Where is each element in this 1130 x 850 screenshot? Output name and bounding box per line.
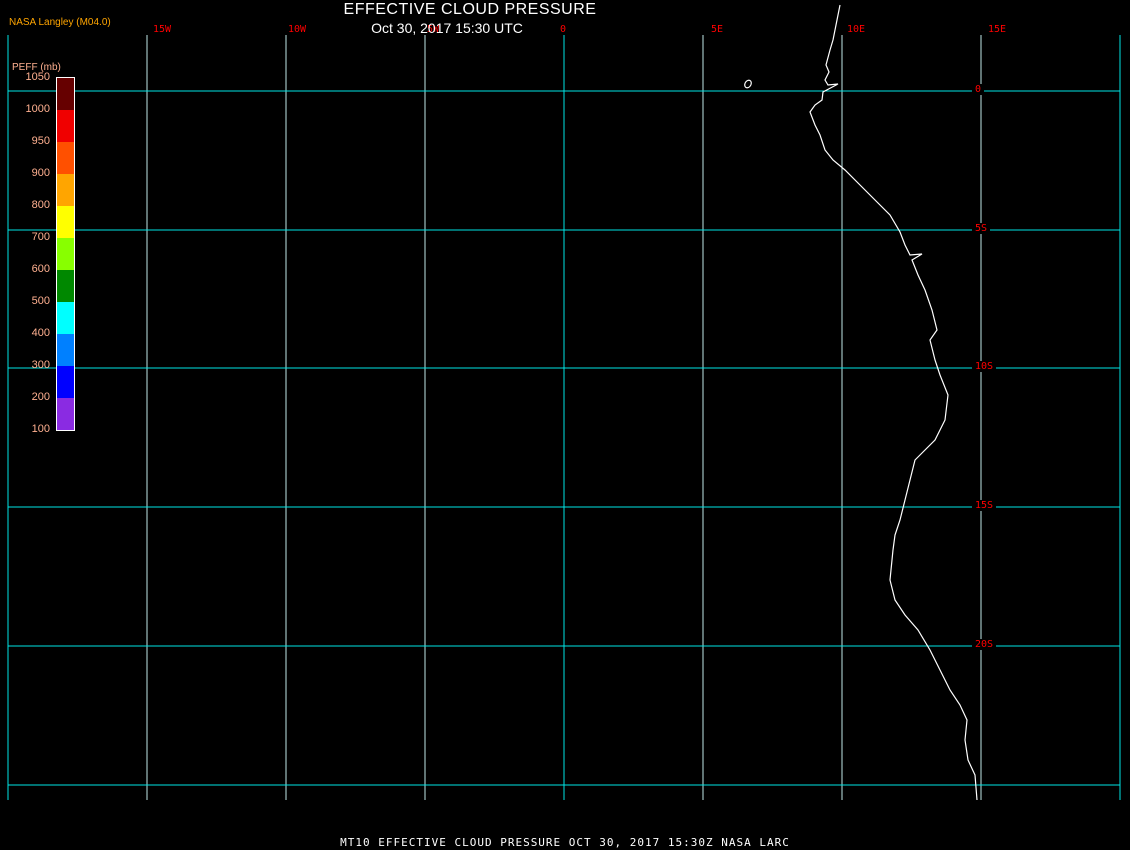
- colorbar-swatch: [57, 238, 74, 270]
- island-outline: [744, 79, 752, 89]
- colorbar-swatch: [57, 174, 74, 206]
- latitude-label: 15S: [972, 500, 997, 511]
- legend-tick-label: 400: [31, 327, 50, 339]
- map-subtitle: Oct 30, 2017 15:30 UTC: [371, 20, 523, 36]
- colorbar-swatch: [57, 110, 74, 142]
- colorbar-swatch: [57, 302, 74, 334]
- map-canvas: [7, 4, 1121, 801]
- legend-tick-label: 500: [31, 295, 50, 307]
- legend-tick-label: 800: [31, 199, 50, 211]
- legend-tick-label: 200: [31, 391, 50, 403]
- colorbar-swatch: [57, 206, 74, 238]
- map-title: EFFECTIVE CLOUD PRESSURE: [343, 1, 597, 18]
- legend-tick-label: 1000: [25, 103, 50, 115]
- legend-tick-label: 300: [31, 359, 50, 371]
- footer-caption: MT10 EFFECTIVE CLOUD PRESSURE OCT 30, 20…: [340, 836, 790, 849]
- legend-colorbar: [56, 77, 75, 431]
- colorbar-swatch: [57, 366, 74, 398]
- latitude-label: 20S: [972, 639, 997, 650]
- colorbar-swatch: [57, 142, 74, 174]
- colorbar-swatch: [57, 334, 74, 366]
- colorbar-swatch: [57, 398, 74, 430]
- legend-tick-label: 700: [31, 231, 50, 243]
- colorbar-swatch: [57, 78, 74, 110]
- coastline: [809, 4, 978, 801]
- legend-tick-label: 950: [31, 135, 50, 147]
- legend-tick-label: 600: [31, 263, 50, 275]
- longitude-label: 15E: [988, 24, 1007, 35]
- latitude-label: 0: [972, 84, 985, 95]
- legend-tick-label: 900: [31, 167, 50, 179]
- legend-tick-label: 1050: [25, 71, 50, 83]
- colorbar-swatch: [57, 270, 74, 302]
- latitude-label: 5S: [972, 223, 991, 234]
- legend-tick-label: 100: [31, 423, 50, 435]
- latitude-label: 10S: [972, 361, 997, 372]
- map-view: EFFECTIVE CLOUD PRESSURE Oct 30, 2017 15…: [0, 0, 1130, 850]
